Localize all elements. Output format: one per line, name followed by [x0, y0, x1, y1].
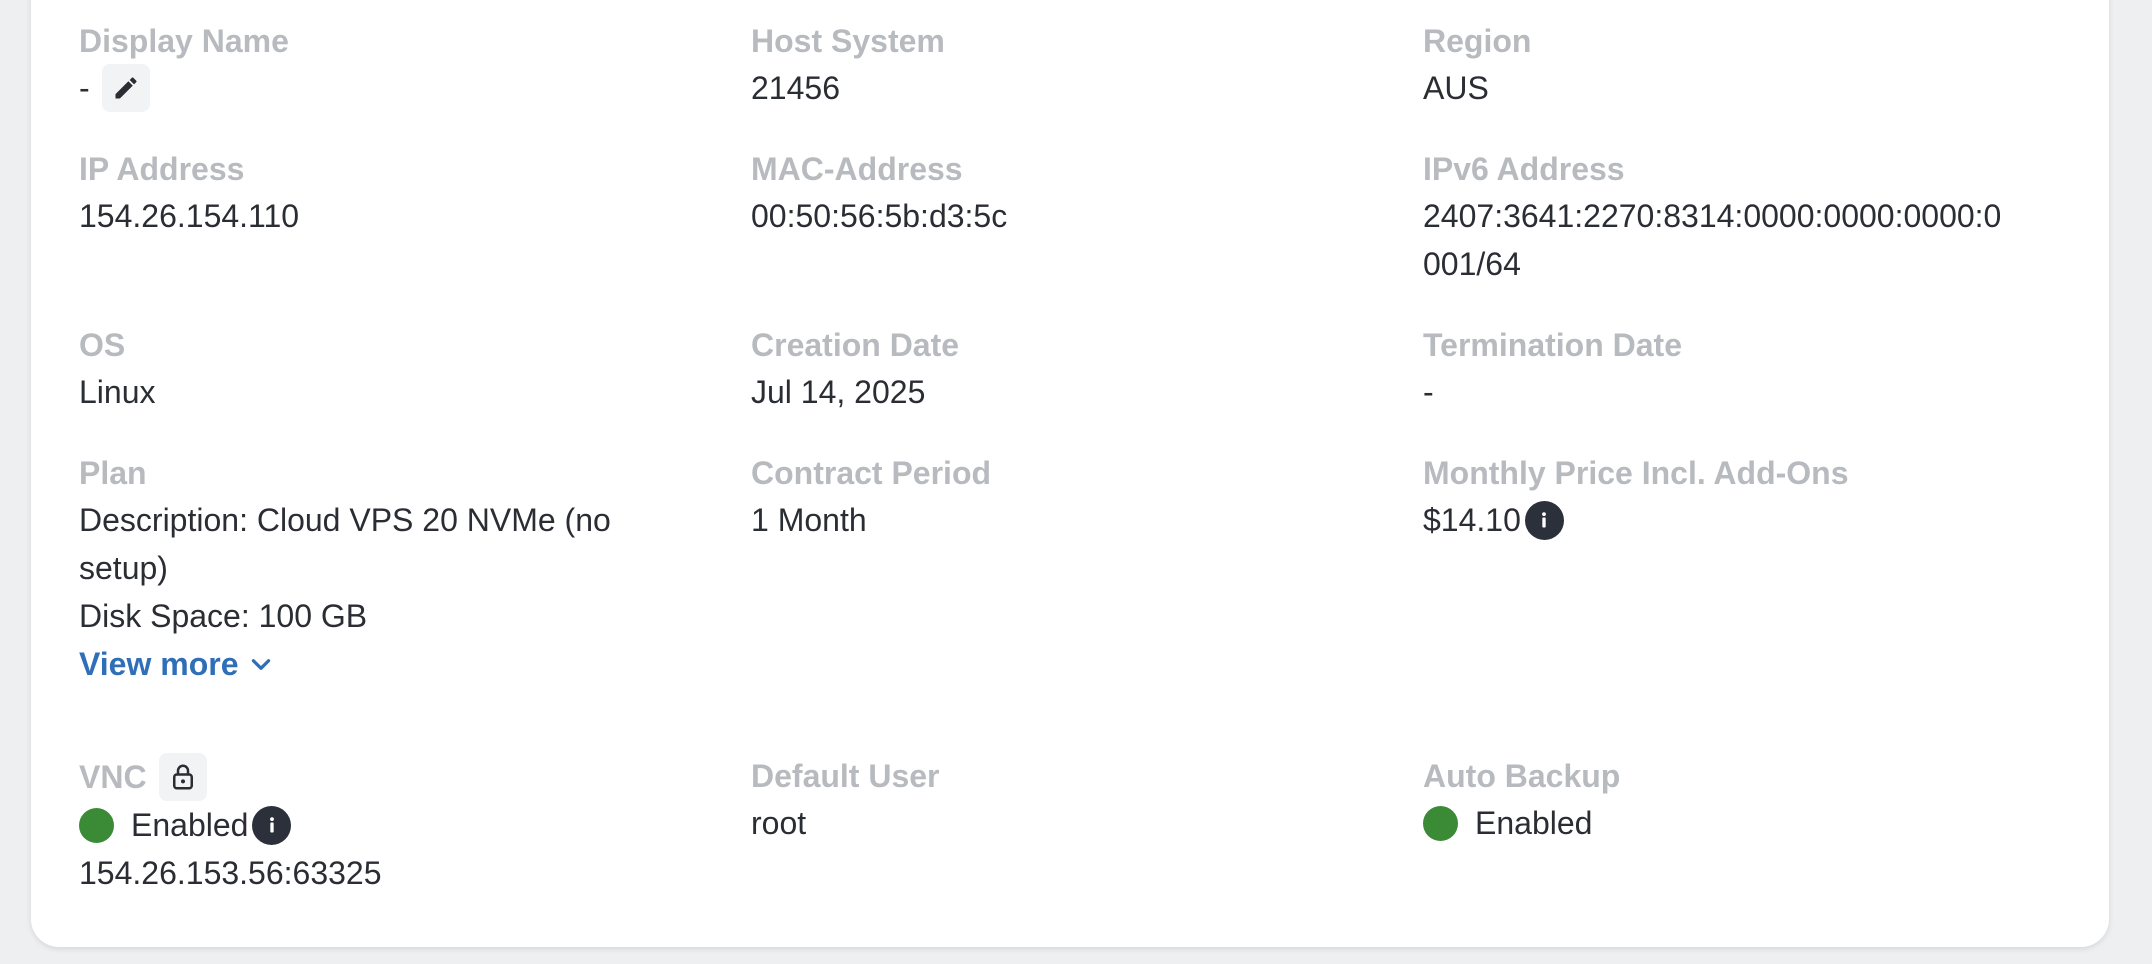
- display-name-value-row: -: [79, 64, 289, 112]
- termination-date-label: Termination Date: [1423, 327, 1682, 363]
- plan-description-line1: Description: Cloud VPS 20 NVMe (no: [79, 502, 611, 538]
- vnc-status: Enabled: [131, 807, 249, 843]
- auto-backup-label: Auto Backup: [1423, 758, 1621, 794]
- vnc-label: VNC: [79, 759, 147, 795]
- plan-disk-space: Disk Space: 100 GB: [79, 598, 368, 634]
- monthly-price-value: $14.10: [1423, 502, 1521, 538]
- chevron-down-icon: [248, 651, 274, 677]
- auto-backup-field: Auto Backup Enabled: [1423, 753, 1620, 847]
- view-more-label: View more: [79, 646, 239, 682]
- vnc-status-row: Enabled: [79, 801, 382, 849]
- creation-date-value: Jul 14, 2025: [751, 374, 926, 410]
- default-user-value: root: [751, 805, 807, 841]
- view-more-link[interactable]: View more: [79, 640, 611, 688]
- plan-field: Plan Description: Cloud VPS 20 NVMe (no …: [79, 450, 611, 688]
- host-system-label: Host System: [751, 23, 945, 59]
- default-user-field: Default User root: [751, 753, 940, 847]
- contract-period-value: 1 Month: [751, 502, 867, 538]
- plan-label: Plan: [79, 455, 147, 491]
- monthly-price-label: Monthly Price Incl. Add-Ons: [1423, 455, 1849, 491]
- pencil-icon[interactable]: [101, 64, 150, 112]
- mac-address-field: MAC-Address 00:50:56:5b:d3:5c: [751, 146, 1007, 240]
- ipv6-address-label: IPv6 Address: [1423, 151, 1625, 187]
- creation-date-label: Creation Date: [751, 327, 960, 363]
- os-label: OS: [79, 327, 126, 363]
- vnc-field: VNC Enabled 154.26.153.56:63325: [79, 753, 382, 897]
- ipv6-address-value-line2: 001/64: [1423, 246, 1521, 282]
- region-value: AUS: [1423, 70, 1489, 106]
- display-name-field: Display Name -: [79, 18, 289, 112]
- os-field: OS Linux: [79, 322, 156, 416]
- ip-address-field: IP Address 154.26.154.110: [79, 146, 299, 240]
- mac-address-label: MAC-Address: [751, 151, 963, 187]
- region-field: Region AUS: [1423, 18, 1531, 112]
- status-dot-icon: [79, 807, 114, 843]
- auto-backup-status: Enabled: [1475, 805, 1593, 841]
- termination-date-value: -: [1423, 374, 1434, 410]
- mac-address-value: 00:50:56:5b:d3:5c: [751, 198, 1008, 234]
- monthly-price-row: $14.10: [1423, 496, 1849, 544]
- default-user-label: Default User: [751, 758, 940, 794]
- info-icon[interactable]: [252, 805, 292, 845]
- contract-period-field: Contract Period 1 Month: [751, 450, 991, 544]
- display-name-label: Display Name: [79, 23, 289, 59]
- region-label: Region: [1423, 23, 1532, 59]
- creation-date-field: Creation Date Jul 14, 2025: [751, 322, 959, 416]
- ipv6-address-value-line1: 2407:3641:2270:8314:0000:0000:0000:0: [1423, 198, 2002, 234]
- monthly-price-field: Monthly Price Incl. Add-Ons $14.10: [1423, 450, 1849, 544]
- auto-backup-status-row: Enabled: [1423, 799, 1620, 847]
- display-name-value: -: [79, 70, 90, 106]
- termination-date-field: Termination Date -: [1423, 322, 1682, 416]
- info-icon[interactable]: [1524, 500, 1564, 540]
- ip-address-label: IP Address: [79, 151, 245, 187]
- host-system-field: Host System 21456: [751, 18, 945, 112]
- host-system-value: 21456: [751, 70, 840, 106]
- ipv6-address-field: IPv6 Address 2407:3641:2270:8314:0000:00…: [1423, 146, 2001, 288]
- ip-address-value: 154.26.154.110: [79, 198, 300, 234]
- lock-icon[interactable]: [158, 753, 207, 801]
- plan-description-line2: setup): [79, 550, 168, 586]
- vnc-label-row: VNC: [79, 753, 382, 801]
- vnc-address: 154.26.153.56:63325: [79, 855, 382, 891]
- os-value: Linux: [79, 374, 156, 410]
- status-dot-icon: [1423, 805, 1458, 841]
- contract-period-label: Contract Period: [751, 455, 992, 491]
